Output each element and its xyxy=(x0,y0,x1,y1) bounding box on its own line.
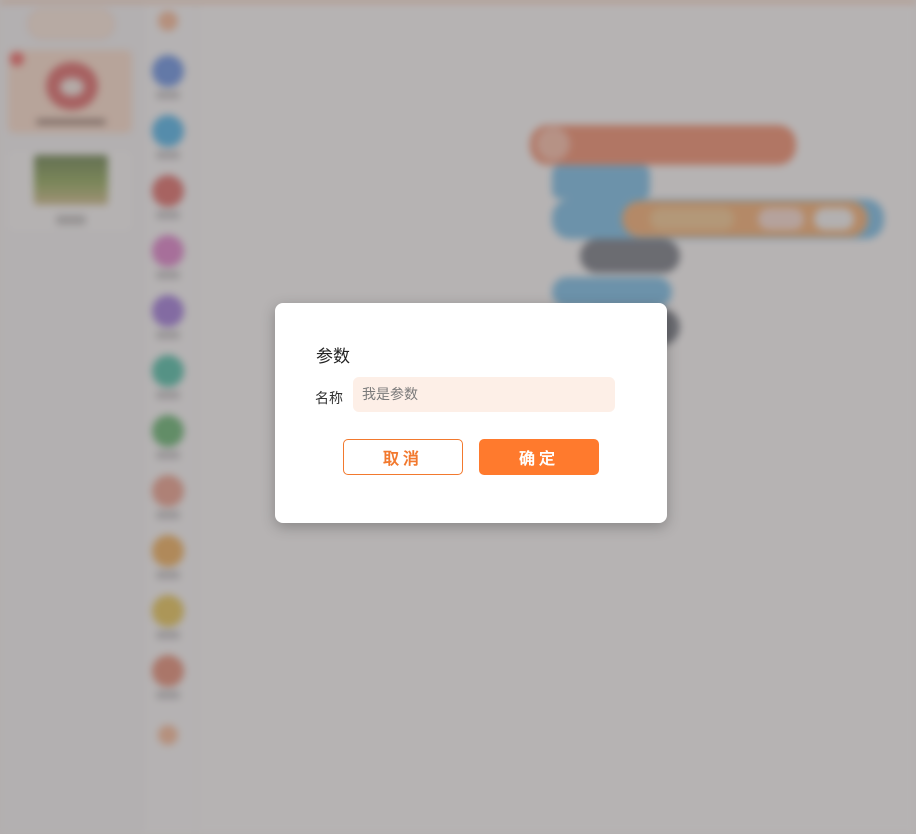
parameter-dialog: 参数 名称 取消 确定 xyxy=(275,303,667,523)
dialog-title: 参数 xyxy=(316,347,350,367)
confirm-button[interactable]: 确定 xyxy=(479,439,599,475)
name-label: 名称 xyxy=(315,391,343,407)
name-input[interactable] xyxy=(353,377,615,412)
cancel-button[interactable]: 取消 xyxy=(343,439,463,475)
